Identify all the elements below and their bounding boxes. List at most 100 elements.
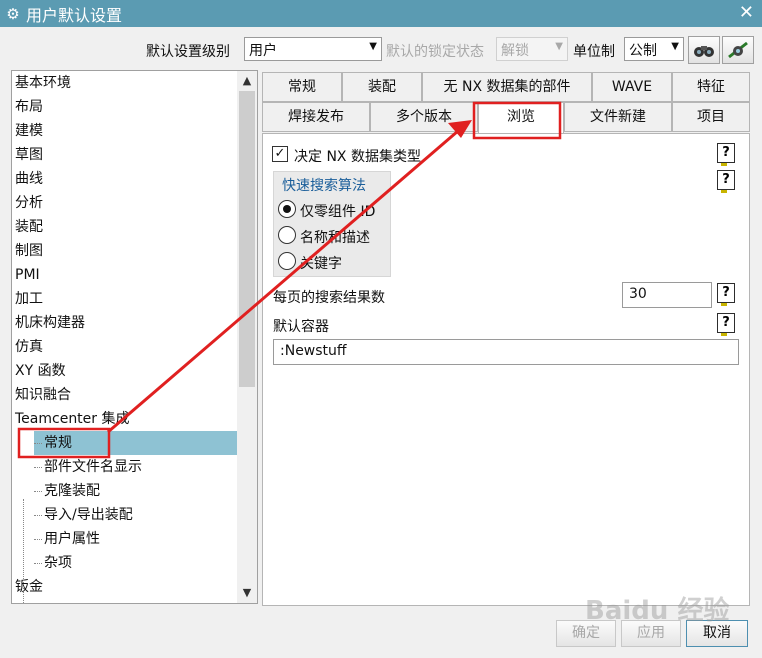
tree-item[interactable]: 加工 — [15, 287, 237, 311]
tree-item-label: PMI — [15, 267, 40, 283]
scroll-thumb[interactable] — [239, 91, 255, 387]
tab-row2-1[interactable]: 多个版本 — [370, 102, 478, 132]
help-icon[interactable]: ? — [717, 170, 735, 193]
unit-label: 单位制 — [573, 44, 615, 60]
tree-item-label: 常规 — [44, 435, 72, 451]
tree-item-label: 钣金 — [15, 579, 43, 595]
tree-item[interactable]: XY 函数 — [15, 359, 237, 383]
tree-child-item[interactable]: 杂项 — [34, 551, 237, 575]
tree-item[interactable]: 布局 — [15, 95, 237, 119]
tree-item[interactable]: Teamcenter 集成 — [15, 407, 237, 431]
tree-item[interactable]: 曲线 — [15, 167, 237, 191]
tree-item-label: 装配 — [15, 219, 43, 235]
tree-child-item[interactable]: 导入/导出装配 — [34, 503, 237, 527]
tree-item-label: 机床构建器 — [15, 315, 85, 331]
tree-item[interactable]: 基本环境 — [15, 71, 237, 95]
tree-child-item[interactable]: 用户属性 — [34, 527, 237, 551]
tree-item[interactable]: 分析 — [15, 191, 237, 215]
scroll-down-icon[interactable]: ▼ — [237, 583, 257, 603]
tree-connector — [34, 538, 42, 540]
tree-scrollbar[interactable]: ▲ ▼ — [237, 71, 257, 603]
manager-icon — [728, 41, 748, 59]
tree-item[interactable]: 草图 — [15, 143, 237, 167]
tree-item[interactable]: 机床构建器 — [15, 311, 237, 335]
lock-value: 解锁 — [501, 43, 529, 59]
lock-label: 默认的锁定状态 — [386, 44, 484, 60]
tab-row1-1[interactable]: 装配 — [342, 72, 422, 102]
scroll-up-icon[interactable]: ▲ — [237, 71, 257, 91]
tab-row2-2[interactable]: 浏览 — [478, 102, 564, 135]
tree-item-label: 分析 — [15, 195, 43, 211]
dataset-type-checkbox[interactable]: ✓ — [272, 146, 288, 162]
help-icon[interactable]: ? — [717, 283, 735, 306]
tree-item-label: 仿真 — [15, 339, 43, 355]
tree-connector — [34, 466, 42, 468]
tab-strip: 常规 装配无 NX 数据集的部件 WAVE 特征焊接发布 多个版本 浏览 文件新建 项目 — [262, 70, 750, 135]
tree-item-label: 基本环境 — [15, 75, 71, 91]
tree-connector — [34, 514, 42, 516]
watermark: Baidu 经验 — [585, 596, 730, 626]
lock-select[interactable]: 解锁 ▼ — [496, 37, 568, 61]
tree-item-label: XY 函数 — [15, 363, 66, 379]
tree-item-label: Teamcenter 集成 — [15, 411, 130, 427]
tree-connector — [34, 562, 42, 564]
tab-row1-0[interactable]: 常规 — [262, 72, 342, 102]
tree-connector — [23, 499, 24, 603]
tree-item[interactable]: 知识融合 — [15, 383, 237, 407]
chevron-down-icon: ▼ — [671, 41, 679, 52]
level-value: 用户 — [249, 43, 277, 59]
chevron-down-icon: ▼ — [555, 41, 563, 52]
tab-row1-3[interactable]: WAVE — [592, 72, 672, 102]
radio-label: 名称和描述 — [300, 230, 370, 246]
category-tree[interactable]: 基本环境布局建模草图曲线分析装配制图 PMI 加工机床构建器仿真 XY 函数知识融合 T… — [11, 70, 258, 604]
tree-item-label: 制图 — [15, 243, 43, 259]
tab-row2-4[interactable]: 项目 — [672, 102, 750, 132]
tab-row1-2[interactable]: 无 NX 数据集的部件 — [422, 72, 592, 102]
tree-item-label: 加工 — [15, 291, 43, 307]
manager-button[interactable] — [722, 36, 754, 64]
tab-row2-3[interactable]: 文件新建 — [564, 102, 672, 132]
radio-item-id-only[interactable] — [278, 200, 296, 218]
default-container-label: 默认容器 — [273, 319, 329, 335]
chevron-down-icon: ▼ — [369, 41, 377, 52]
tree-child-item[interactable]: 部件文件名显示 — [34, 455, 237, 479]
radio-keyword[interactable] — [278, 252, 296, 270]
help-icon[interactable]: ? — [717, 313, 735, 336]
tree-item[interactable]: PMI — [15, 263, 237, 287]
tree-item-label: 建模 — [15, 123, 43, 139]
unit-select[interactable]: 公制 ▼ — [624, 37, 684, 61]
close-icon[interactable]: ✕ — [739, 2, 754, 23]
tree-item[interactable]: 建模 — [15, 119, 237, 143]
tree-item-label: 部件文件名显示 — [44, 459, 142, 475]
tree-item[interactable]: 仿真 — [15, 335, 237, 359]
tree-item-label: 用户属性 — [44, 531, 100, 547]
tree-connector — [34, 490, 42, 492]
tree-item-label: 克隆装配 — [44, 483, 100, 499]
radio-label: 关键字 — [300, 256, 342, 272]
help-icon[interactable]: ? — [717, 143, 735, 166]
tree-item-label: 草图 — [15, 147, 43, 163]
tree-connector — [34, 442, 42, 444]
results-per-page-input[interactable]: 30 — [622, 282, 712, 308]
unit-value: 公制 — [629, 43, 657, 59]
tab-row1-4[interactable]: 特征 — [672, 72, 750, 102]
tree-item[interactable]: 钣金 — [15, 575, 237, 599]
title-bar: ⚙ 用户默认设置 ✕ — [0, 0, 762, 27]
binoculars-button[interactable] — [688, 36, 720, 64]
tree-child-item[interactable]: 常规 — [34, 431, 237, 455]
level-select[interactable]: 用户 ▼ — [244, 37, 382, 61]
default-container-input[interactable]: :Newstuff — [273, 339, 739, 365]
tree-item[interactable]: 装配 — [15, 215, 237, 239]
results-per-page-label: 每页的搜索结果数 — [273, 290, 385, 306]
tree-item[interactable]: 制图 — [15, 239, 237, 263]
gear-icon: ⚙ — [6, 4, 20, 23]
tree-item-label: 布局 — [15, 99, 43, 115]
tab-row2-0[interactable]: 焊接发布 — [262, 102, 370, 132]
binoculars-icon — [694, 46, 714, 57]
tree-item-label: 知识融合 — [15, 387, 71, 403]
tree-child-item[interactable]: 克隆装配 — [34, 479, 237, 503]
window-title: 用户默认设置 — [26, 5, 123, 25]
level-label: 默认设置级别 — [146, 44, 230, 60]
radio-name-desc[interactable] — [278, 226, 296, 244]
dataset-type-label: 决定 NX 数据集类型 — [294, 149, 421, 165]
